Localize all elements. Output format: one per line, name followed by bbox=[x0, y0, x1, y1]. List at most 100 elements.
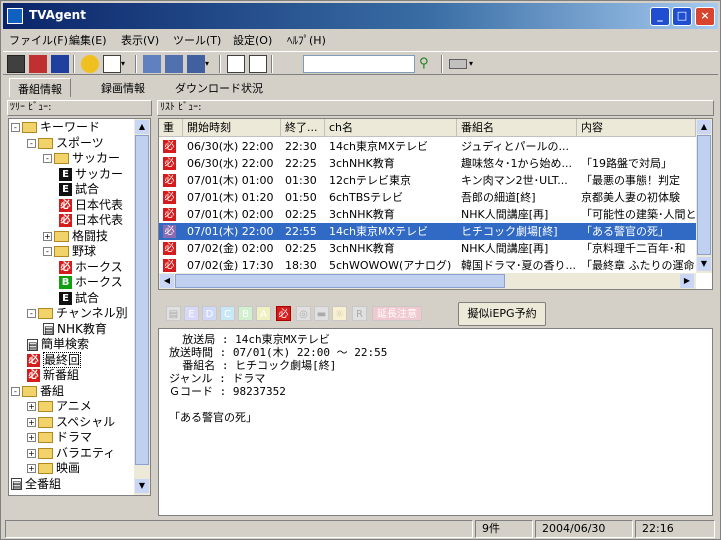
save-icon[interactable] bbox=[7, 55, 25, 73]
expand-toggle[interactable]: + bbox=[27, 417, 36, 427]
rank-a-icon[interactable]: A bbox=[256, 306, 271, 321]
tree-item[interactable]: ▤ 全番組 bbox=[11, 477, 61, 493]
tree-item[interactable]: - 番組 bbox=[11, 384, 64, 400]
tree-item[interactable]: 必ホークス bbox=[59, 260, 123, 276]
expand-toggle[interactable]: + bbox=[43, 231, 52, 241]
circle-icon[interactable]: ◎ bbox=[296, 306, 311, 321]
col-mark[interactable]: 重 bbox=[159, 119, 183, 137]
menu-view[interactable]: 表示(V) bbox=[121, 32, 159, 48]
col-start[interactable]: 開始時刻 bbox=[183, 119, 281, 137]
tree-item[interactable]: - スポーツ bbox=[27, 136, 104, 152]
col-channel[interactable]: ch名 bbox=[325, 119, 457, 137]
table-row[interactable]: 必 06/30(水) 22:00 22:25 3chNHK教育 趣味悠々･1から始め..… bbox=[159, 155, 696, 172]
chevron-down-icon[interactable]: ▾ bbox=[205, 55, 215, 73]
grid-view-icon[interactable] bbox=[143, 55, 161, 73]
tree-item[interactable]: B ホークス bbox=[59, 275, 123, 291]
maximize-button[interactable]: □ bbox=[672, 7, 692, 26]
calendar-icon[interactable] bbox=[103, 55, 121, 73]
scroll-down-icon[interactable]: ▼ bbox=[697, 257, 711, 271]
pane-left-icon[interactable] bbox=[227, 55, 245, 73]
col-title[interactable]: 番組名 bbox=[457, 119, 577, 137]
sun-icon[interactable]: ☼ bbox=[332, 306, 347, 321]
scroll-thumb[interactable] bbox=[175, 274, 505, 288]
minimize-button[interactable]: _ bbox=[650, 7, 670, 26]
tree-item[interactable]: - チャンネル別 bbox=[27, 306, 128, 322]
tree-item[interactable]: ▤ NHK教育 bbox=[43, 322, 107, 338]
rank-e-icon[interactable]: E bbox=[184, 306, 199, 321]
tree-item[interactable]: ▤ 簡単検索 bbox=[27, 337, 89, 353]
tree-item[interactable]: - キーワード bbox=[11, 120, 100, 136]
tree-item[interactable]: + アニメ bbox=[27, 399, 92, 415]
table-row[interactable]: 必 07/01(木) 01:20 01:50 6chTBSテレビ 吾郎の細道[終] 京都美… bbox=[159, 189, 696, 206]
expand-toggle[interactable]: - bbox=[11, 123, 20, 132]
r-icon[interactable]: R bbox=[352, 306, 367, 321]
scroll-up-icon[interactable]: ▲ bbox=[135, 120, 149, 134]
tree-item[interactable]: E 試合 bbox=[59, 182, 99, 198]
chevron-down-icon[interactable]: ▾ bbox=[121, 55, 131, 73]
tab-download-status[interactable]: ダウンロード状況 bbox=[167, 78, 271, 97]
list-vertical-scrollbar[interactable]: ▲ ▼ bbox=[696, 119, 712, 273]
chevron-down-icon[interactable]: ▾ bbox=[469, 55, 479, 73]
search-input[interactable] bbox=[303, 55, 415, 73]
scroll-thumb[interactable] bbox=[135, 135, 149, 465]
table-row[interactable]: 必 07/02(金) 17:30 18:30 5chWOWOW(アナログ) 韓国ドラマ･… bbox=[159, 257, 696, 274]
list-view-icon[interactable] bbox=[187, 55, 205, 73]
table-row[interactable]: 必 07/01(木) 01:00 01:30 12chテレビ東京 キン肉マン2世･ULT… bbox=[159, 172, 696, 189]
smiley-icon[interactable] bbox=[81, 55, 99, 73]
tree-item[interactable]: + 映画 bbox=[27, 461, 80, 477]
tree-item[interactable]: + ドラマ bbox=[27, 430, 92, 446]
tree-item[interactable]: - 野球 bbox=[43, 244, 96, 260]
table-row[interactable]: 必 07/01(木) 02:00 02:25 3chNHK教育 NHK人間講座[再] 「可… bbox=[159, 206, 696, 223]
menu-tools[interactable]: ツール(T) bbox=[173, 32, 221, 48]
menu-help[interactable]: ﾍﾙﾌﾟ(H) bbox=[287, 32, 326, 48]
expand-toggle[interactable]: - bbox=[43, 154, 52, 163]
expand-toggle[interactable]: - bbox=[11, 386, 20, 396]
extension-warning-badge[interactable]: 延長注意 bbox=[372, 306, 422, 321]
col-content[interactable]: 内容 bbox=[577, 119, 696, 137]
rank-c-icon[interactable]: C bbox=[220, 306, 235, 321]
col-end[interactable]: 終了... bbox=[281, 119, 325, 137]
pseudo-iepg-reserve-button[interactable]: 擬似iEPG予約 bbox=[458, 302, 546, 326]
pane-right-icon[interactable] bbox=[249, 55, 267, 73]
scroll-right-icon[interactable]: ▶ bbox=[680, 274, 694, 288]
tree-item[interactable]: E 試合 bbox=[59, 291, 99, 307]
search-icon[interactable]: ⚲ bbox=[419, 55, 437, 73]
table-row[interactable]: 必 06/30(水) 22:00 22:30 14ch東京MXテレビ ジュディとパールの… bbox=[159, 138, 696, 155]
table-row[interactable]: 必 07/01(木) 22:00 22:55 14ch東京MXテレビ ヒチコック劇場[終… bbox=[159, 223, 696, 240]
tab-recording-info[interactable]: 録画情報 bbox=[93, 78, 153, 97]
tree-item[interactable]: 必日本代表 bbox=[59, 213, 123, 229]
tree-item[interactable]: 必日本代表 bbox=[59, 198, 123, 214]
expand-toggle[interactable]: - bbox=[27, 309, 36, 318]
scroll-down-icon[interactable]: ▼ bbox=[135, 479, 149, 493]
tree-item[interactable]: E サッカー bbox=[59, 167, 123, 183]
expand-toggle[interactable]: - bbox=[27, 138, 36, 148]
expand-toggle[interactable]: + bbox=[27, 402, 36, 411]
record-icon[interactable] bbox=[29, 55, 47, 73]
rank-b-icon[interactable]: B bbox=[238, 306, 253, 321]
close-button[interactable]: × bbox=[695, 7, 715, 26]
tree-item[interactable]: - サッカー bbox=[43, 151, 120, 167]
tree-vertical-scrollbar[interactable]: ▲ ▼ bbox=[134, 119, 150, 495]
expand-toggle[interactable]: + bbox=[27, 433, 36, 442]
rank-d-icon[interactable]: D bbox=[202, 306, 217, 321]
title-bar[interactable]: TVAgent _ □ × bbox=[3, 3, 718, 29]
tile-view-icon[interactable] bbox=[165, 55, 183, 73]
dash-icon[interactable]: ▬ bbox=[314, 306, 329, 321]
menu-edit[interactable]: 編集(E) bbox=[69, 32, 107, 48]
tree-item[interactable]: 必最終回 bbox=[27, 351, 82, 369]
tree-item[interactable]: 必新番組 bbox=[27, 368, 79, 384]
list-horizontal-scrollbar[interactable]: ◀ ▶ bbox=[159, 273, 696, 289]
expand-toggle[interactable]: + bbox=[27, 448, 36, 458]
tree-item[interactable]: + バラエティ bbox=[27, 446, 115, 462]
scroll-up-icon[interactable]: ▲ bbox=[697, 120, 711, 134]
tree-item[interactable]: + スペシャル bbox=[27, 415, 115, 431]
tab-program-info[interactable]: 番組情報 bbox=[9, 78, 71, 97]
rank-must-icon[interactable]: 必 bbox=[276, 306, 291, 321]
refresh-icon[interactable] bbox=[51, 55, 69, 73]
menu-settings[interactable]: 設定(O) bbox=[233, 32, 272, 48]
scroll-left-icon[interactable]: ◀ bbox=[160, 274, 174, 288]
expand-toggle[interactable]: + bbox=[27, 464, 36, 473]
menu-file[interactable]: ファイル(F) bbox=[9, 32, 68, 48]
scroll-thumb[interactable] bbox=[697, 135, 711, 255]
expand-toggle[interactable]: - bbox=[43, 247, 52, 256]
